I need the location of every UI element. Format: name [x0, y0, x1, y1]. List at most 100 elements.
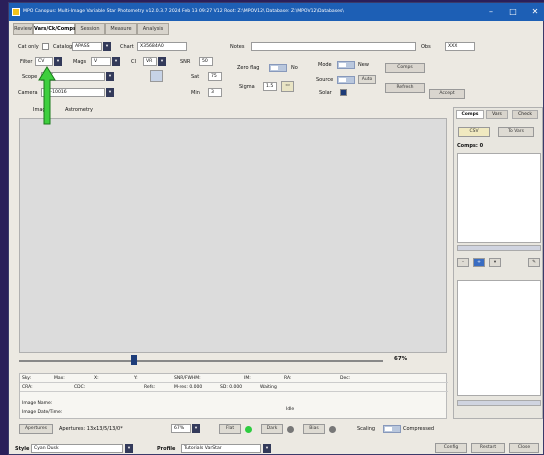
filter-select[interactable]: CV: [35, 57, 53, 66]
rtab-vars[interactable]: Vars: [486, 110, 508, 119]
zoom-slider-track[interactable]: [19, 360, 383, 362]
edit-icon[interactable]: ✎: [528, 258, 540, 267]
down-icon[interactable]: ▾: [489, 258, 501, 267]
vars-hscrollbar[interactable]: [457, 400, 541, 406]
annotation-arrow-icon: [38, 66, 56, 125]
info-dec: Dec:: [340, 376, 351, 381]
maximize-button[interactable]: □: [505, 6, 521, 18]
style-dropdown-icon[interactable]: ▾: [125, 444, 133, 453]
scaling-label: Scaling: [357, 426, 376, 432]
comps-button[interactable]: Comps: [385, 63, 425, 73]
info-sd: SD: 0.000: [220, 385, 243, 390]
info-cra: CRA:: [22, 385, 33, 390]
comps-panel: Comps Vars Check CSV To Vars Comps: 0 – …: [453, 107, 543, 419]
chart-input[interactable]: X35684A0: [137, 42, 187, 51]
tab-measure[interactable]: Measure: [105, 23, 137, 35]
csv-button[interactable]: CSV: [458, 127, 490, 137]
minimize-button[interactable]: –: [483, 6, 499, 18]
subtab-astrometry[interactable]: Astrometry: [65, 107, 93, 113]
ci-label: CI: [131, 59, 136, 65]
camera-dropdown-icon[interactable]: ▾: [106, 88, 114, 97]
min-label: Min: [191, 90, 200, 96]
sat-input[interactable]: 75: [208, 72, 222, 81]
refresh-button[interactable]: Refresh: [385, 83, 425, 93]
status-idle: Idle: [286, 407, 295, 412]
source-label: Source: [316, 77, 334, 83]
info-mres: M-res: 0.000: [174, 385, 203, 390]
solar-label: Solar: [319, 90, 332, 96]
info-row-refs: CRA: CDC: Refs: M-res: 0.000 SD: 0.000 W…: [20, 383, 448, 392]
zoom-select[interactable]: 67%: [171, 424, 191, 433]
filter-label: Filter: [20, 59, 33, 65]
dark-button[interactable]: Dark: [261, 424, 283, 434]
accept-button[interactable]: Accept: [429, 89, 465, 99]
info-x: X:: [94, 376, 99, 381]
scope-label: Scope: [22, 74, 38, 80]
catalog-dropdown-icon[interactable]: ▾: [103, 42, 111, 51]
rtab-check[interactable]: Check: [512, 110, 538, 119]
config-button[interactable]: Config: [435, 443, 467, 453]
source-toggle[interactable]: [337, 76, 355, 84]
scope-dropdown-icon[interactable]: ▾: [106, 72, 114, 81]
snr-input[interactable]: 50: [199, 57, 213, 66]
ci-select[interactable]: VR: [143, 57, 157, 66]
bias-status-dot: [329, 426, 336, 433]
min-input[interactable]: 3: [208, 88, 222, 97]
info-max: Max:: [54, 376, 65, 381]
flat-button[interactable]: Flat: [219, 424, 241, 434]
scope-config-button[interactable]: [150, 70, 163, 82]
flat-status-dot: [245, 426, 252, 433]
zoom-dropdown-icon[interactable]: ▾: [192, 424, 200, 433]
remove-icon[interactable]: –: [457, 258, 469, 267]
folder-icon[interactable]: ▭: [281, 81, 294, 92]
mags-select[interactable]: V: [91, 57, 111, 66]
tab-session[interactable]: Session: [75, 23, 105, 35]
image-date-label: Image Date/Time:: [22, 410, 63, 415]
zoom-slider-thumb[interactable]: [131, 355, 137, 365]
info-panel: Sky: Max: X: Y: SNR/FWHM: IM: RA: Dec: C…: [19, 373, 448, 419]
sigma-input[interactable]: 1.5: [263, 82, 277, 91]
bias-button[interactable]: Bias: [303, 424, 325, 434]
zero-flag-toggle[interactable]: [269, 64, 287, 72]
notes-input[interactable]: [251, 42, 416, 51]
app-window: MPO Canopus: Multi-Image Variable Star P…: [8, 2, 544, 455]
compressed-label: Compressed: [403, 426, 435, 432]
close-button[interactable]: Close: [509, 443, 539, 453]
close-window-button[interactable]: ✕: [527, 6, 543, 18]
add-icon[interactable]: +: [473, 258, 485, 267]
image-viewer[interactable]: [19, 118, 447, 353]
filter-dropdown-icon[interactable]: ▾: [54, 57, 62, 66]
cat-only-checkbox[interactable]: [42, 43, 49, 50]
apertures-label: Apertures: 13x13/5/13/0*: [59, 426, 123, 432]
profile-select[interactable]: Tutorials VarStar: [181, 444, 261, 453]
vars-list[interactable]: [457, 280, 541, 396]
mode-toggle[interactable]: [337, 61, 355, 69]
profile-dropdown-icon[interactable]: ▾: [263, 444, 271, 453]
rtab-comps[interactable]: Comps: [456, 110, 484, 119]
obs-input[interactable]: XXX: [445, 42, 475, 51]
ci-dropdown-icon[interactable]: ▾: [158, 57, 166, 66]
to-vars-button[interactable]: To Vars: [498, 127, 534, 137]
comps-hscrollbar[interactable]: [457, 245, 541, 251]
scaling-toggle[interactable]: [383, 425, 401, 433]
tab-review[interactable]: Review: [13, 23, 33, 35]
profile-label: Profile: [157, 446, 176, 452]
catalog-select[interactable]: APASS: [72, 42, 102, 51]
notes-label: Notes: [230, 44, 245, 50]
info-refs: Refs:: [144, 385, 156, 390]
image-name-label: Image Name:: [22, 401, 53, 406]
tab-analysis[interactable]: Analysis: [137, 23, 169, 35]
obs-label: Obs: [421, 44, 431, 50]
comps-list[interactable]: [457, 153, 541, 243]
style-select[interactable]: Cyan Dusk: [31, 444, 123, 453]
apertures-button[interactable]: Apertures: [19, 424, 53, 434]
solar-checkbox[interactable]: [340, 89, 347, 96]
style-label: Style: [15, 446, 30, 452]
bottom-toolbar: Apertures Apertures: 13x13/5/13/0* 67% ▾…: [13, 424, 541, 436]
zoom-percent: 67%: [394, 356, 408, 362]
settings-panel: Cat only Catalog APASS ▾ Chart X35684A0 …: [13, 35, 441, 105]
tab-vars-ck-comps[interactable]: Vars/Ck/Comps: [33, 23, 76, 35]
mags-dropdown-icon[interactable]: ▾: [112, 57, 120, 66]
restart-button[interactable]: Restart: [471, 443, 505, 453]
title-bar: MPO Canopus: Multi-Image Variable Star P…: [9, 3, 544, 21]
